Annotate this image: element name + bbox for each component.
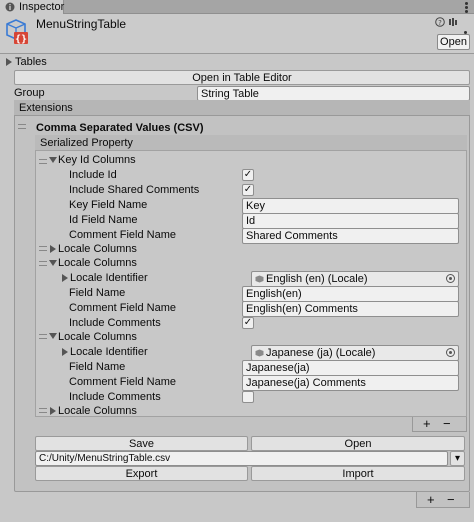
locale-identifier-en-foldout-arrow-icon[interactable]: [62, 274, 68, 282]
key-id-drag-handle-icon[interactable]: [39, 159, 47, 164]
field-name-en-label: Field Name: [69, 287, 126, 299]
include-comments-en-label: Include Comments: [69, 317, 161, 329]
serialized-list-footer: + −: [412, 417, 467, 432]
svg-text:{}: {}: [15, 34, 27, 45]
locale-columns-4-foldout-arrow-icon[interactable]: [50, 407, 56, 415]
locale-columns-3-drag-handle-icon[interactable]: [39, 334, 47, 339]
comment-field-name-ja-input[interactable]: Japanese(ja) Comments: [242, 375, 459, 391]
comment-field-name-en-label: Comment Field Name: [69, 302, 176, 314]
locale-columns-3-label[interactable]: Locale Columns: [58, 330, 137, 344]
include-comments-ja-checkbox[interactable]: [242, 391, 254, 403]
svg-text:?: ?: [438, 19, 442, 27]
extension-drag-handle-icon[interactable]: [18, 124, 26, 129]
open-asset-button[interactable]: Open: [437, 34, 470, 50]
locale-identifier-ja-label: Locale Identifier: [70, 346, 148, 358]
inspector-tab-label: Inspector: [19, 1, 65, 13]
csv-extension-title: Comma Separated Values (CSV): [36, 122, 204, 134]
include-comments-en-checkbox[interactable]: ✓: [242, 317, 254, 329]
locale-columns-2-foldout-arrow-icon[interactable]: [49, 260, 57, 266]
locale-identifier-en-field[interactable]: English (en) (Locale): [251, 271, 459, 287]
add-column-icon[interactable]: +: [423, 417, 431, 431]
comment-field-name-ja-label: Comment Field Name: [69, 376, 176, 388]
locale-identifier-ja-value: Japanese (ja) (Locale): [266, 347, 376, 359]
comment-field-name-en-input[interactable]: English(en) Comments: [242, 301, 459, 317]
key-field-name-input[interactable]: Key: [242, 198, 459, 214]
locale-columns-2-label[interactable]: Locale Columns: [58, 256, 137, 270]
key-field-name-label: Key Field Name: [69, 199, 148, 211]
remove-column-icon[interactable]: −: [443, 417, 451, 431]
tab-menu-icon[interactable]: [465, 2, 468, 13]
asset-title: MenuStringTable: [36, 17, 127, 31]
locale-columns-4-drag-handle-icon[interactable]: [39, 408, 47, 413]
locale-columns-1-foldout-arrow-icon[interactable]: [50, 245, 56, 253]
group-field[interactable]: String Table: [197, 86, 470, 101]
tables-foldout-arrow-icon[interactable]: [6, 58, 12, 66]
shared-comment-field-name-input[interactable]: Shared Comments: [242, 228, 459, 244]
locale-identifier-ja-foldout-arrow-icon[interactable]: [62, 348, 68, 356]
locale-columns-1-drag-handle-icon[interactable]: [39, 246, 47, 251]
inspector-tab[interactable]: Inspector: [0, 0, 64, 14]
open-in-table-editor-button[interactable]: Open in Table Editor: [14, 70, 470, 85]
extensions-header: Extensions: [14, 100, 470, 116]
include-id-label: Include Id: [69, 169, 117, 181]
locale-columns-4-label[interactable]: Locale Columns: [58, 404, 137, 418]
locale-asset-icon: [255, 275, 264, 283]
shared-comment-field-name-label: Comment Field Name: [69, 229, 176, 241]
csv-path-field[interactable]: C:/Unity/MenuStringTable.csv: [35, 451, 448, 466]
tables-foldout-label[interactable]: Tables: [15, 55, 47, 69]
group-label: Group: [14, 87, 45, 99]
inspector-header: {} MenuStringTable ? Open: [0, 14, 474, 54]
locale-columns-3-foldout-arrow-icon[interactable]: [49, 333, 57, 339]
object-picker-en-icon[interactable]: [446, 274, 455, 283]
extensions-header-label: Extensions: [19, 102, 73, 114]
inspector-tab-bar: Inspector: [0, 0, 474, 14]
id-field-name-label: Id Field Name: [69, 214, 138, 226]
serialized-property-header: Serialized Property: [35, 135, 467, 151]
locale-identifier-en-label: Locale Identifier: [70, 272, 148, 284]
locale-columns-2-drag-handle-icon[interactable]: [39, 261, 47, 266]
field-name-ja-input[interactable]: Japanese(ja): [242, 360, 459, 376]
add-extension-icon[interactable]: +: [427, 493, 435, 507]
include-id-checkbox[interactable]: ✓: [242, 169, 254, 181]
open-csv-button[interactable]: Open: [251, 436, 465, 451]
locale-asset-icon: [255, 349, 264, 357]
key-id-columns-label[interactable]: Key Id Columns: [58, 153, 136, 167]
locale-columns-1-label[interactable]: Locale Columns: [58, 242, 137, 256]
import-button[interactable]: Import: [251, 466, 465, 481]
id-field-name-input[interactable]: Id: [242, 213, 459, 229]
string-table-asset-icon: {}: [6, 19, 28, 45]
export-button[interactable]: Export: [35, 466, 248, 481]
field-name-ja-label: Field Name: [69, 361, 126, 373]
key-id-foldout-arrow-icon[interactable]: [49, 157, 57, 163]
serialized-property-label: Serialized Property: [40, 137, 133, 149]
include-comments-ja-label: Include Comments: [69, 391, 161, 403]
field-name-en-input[interactable]: English(en): [242, 286, 459, 302]
include-shared-comments-checkbox[interactable]: ✓: [242, 184, 254, 196]
remove-extension-icon[interactable]: −: [447, 493, 455, 507]
object-picker-ja-icon[interactable]: [446, 348, 455, 357]
path-dropdown-button[interactable]: ▾: [450, 451, 465, 466]
help-icon[interactable]: ?: [435, 17, 445, 27]
extensions-list-footer: + −: [416, 492, 470, 508]
presets-icon[interactable]: [448, 17, 458, 27]
include-shared-comments-label: Include Shared Comments: [69, 184, 200, 196]
info-icon: [5, 2, 15, 12]
locale-identifier-en-value: English (en) (Locale): [266, 273, 368, 285]
locale-identifier-ja-field[interactable]: Japanese (ja) (Locale): [251, 345, 459, 361]
save-button[interactable]: Save: [35, 436, 248, 451]
